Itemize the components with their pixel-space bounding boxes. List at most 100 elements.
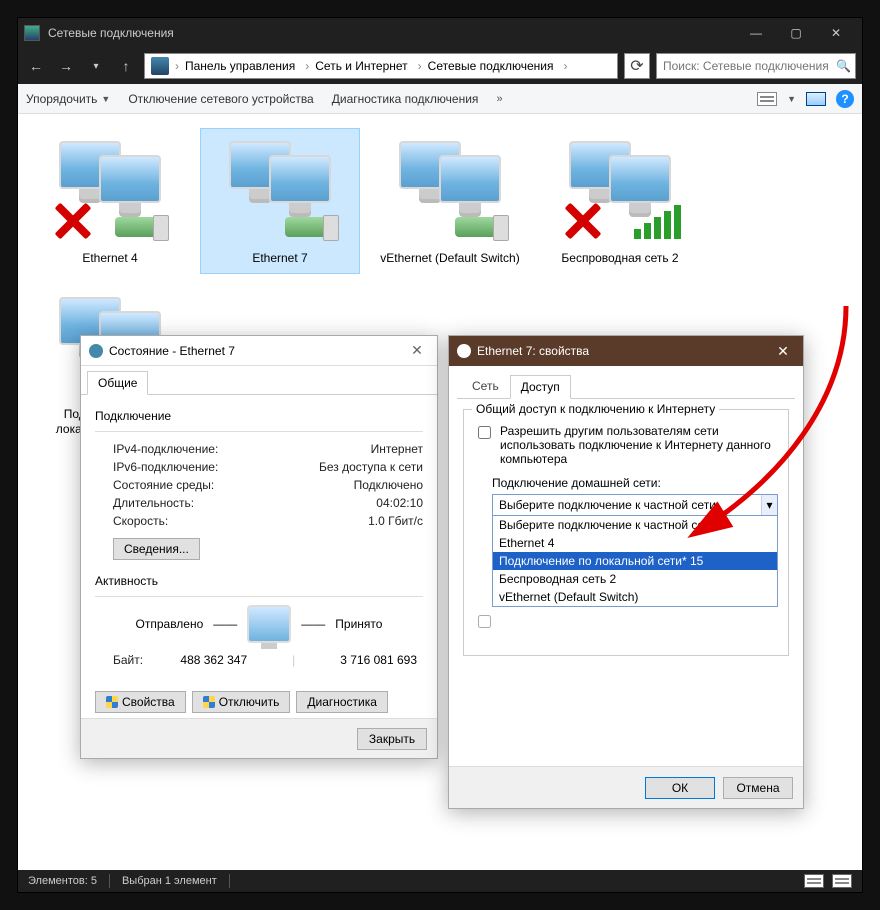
bc-connections[interactable]: Сетевые подключения xyxy=(424,54,562,78)
duration-value: 04:02:10 xyxy=(376,496,423,510)
properties-dialog: Ethernet 7: свойства ✕ Сеть Доступ Общий… xyxy=(448,335,804,809)
minimize-button[interactable]: — xyxy=(736,18,776,48)
speed-value: 1.0 Гбит/с xyxy=(368,514,423,528)
props-title-text: Ethernet 7: свойства xyxy=(477,344,589,358)
overflow-button[interactable]: » xyxy=(496,93,502,105)
disable-button[interactable]: Отключить xyxy=(192,691,291,713)
breadcrumb[interactable]: › Панель управления › Сеть и Интернет › … xyxy=(144,53,618,79)
close-button[interactable]: ✕ xyxy=(816,18,856,48)
tab-access[interactable]: Доступ xyxy=(510,375,571,399)
window-title: Сетевые подключения xyxy=(48,26,174,40)
shield-icon xyxy=(203,696,215,708)
close-button[interactable]: ✕ xyxy=(771,343,795,360)
connection-ethernet7[interactable]: Ethernet 7 xyxy=(200,128,360,274)
close-button[interactable]: ✕ xyxy=(405,342,429,359)
maximize-button[interactable]: ▢ xyxy=(776,18,816,48)
network-icon xyxy=(457,344,471,358)
ics-legend: Общий доступ к подключению к Интернету xyxy=(472,402,719,416)
props-dialog-title[interactable]: Ethernet 7: свойства ✕ xyxy=(449,336,803,366)
search-icon[interactable]: 🔍 xyxy=(836,59,851,73)
combo-dropdown: Выберите подключение к частной сети Ethe… xyxy=(492,516,778,607)
media-label: Состояние среды: xyxy=(113,478,214,492)
disable-device-button[interactable]: Отключение сетевого устройства xyxy=(128,92,313,106)
item-count: Элементов: 5 xyxy=(28,875,97,887)
ok-button[interactable]: ОК xyxy=(645,777,715,799)
diagnose-button[interactable]: Диагностика xyxy=(296,691,388,713)
connection-wifi2[interactable]: Беспроводная сеть 2 xyxy=(540,128,700,274)
organize-menu[interactable]: Упорядочить ▼ xyxy=(26,92,110,106)
x-icon xyxy=(53,199,93,239)
bytes-received: 3 716 081 693 xyxy=(340,653,417,667)
activity-icon xyxy=(247,605,291,643)
breadcrumb-icon xyxy=(151,57,169,75)
preview-pane-button[interactable] xyxy=(806,92,826,106)
bytes-label: Байт: xyxy=(113,653,143,667)
recent-button[interactable]: ▾ xyxy=(84,54,108,78)
combo-option[interactable]: Беспроводная сеть 2 xyxy=(493,570,777,588)
signal-icon xyxy=(634,205,681,239)
selection-info: Выбран 1 элемент xyxy=(122,875,217,887)
chevron-down-icon: ▼ xyxy=(101,94,110,104)
status-dialog: Состояние - Ethernet 7 ✕ Общие Подключен… xyxy=(80,335,438,759)
organize-label: Упорядочить xyxy=(26,92,97,106)
connection-label: Беспроводная сеть 2 xyxy=(545,251,695,267)
connection-section: Подключение xyxy=(95,409,423,423)
allow-sharing-label: Разрешить другим пользователям сети испо… xyxy=(500,424,778,466)
search-box[interactable]: 🔍 xyxy=(656,53,856,79)
nav-row: ← → ▾ ↑ › Панель управления › Сеть и Инт… xyxy=(18,48,862,84)
combo-selected: Выберите подключение к частной сети xyxy=(499,498,716,512)
shield-icon xyxy=(106,696,118,708)
cancel-button[interactable]: Отмена xyxy=(723,777,793,799)
search-input[interactable] xyxy=(661,58,836,74)
status-bar: Элементов: 5 Выбран 1 элемент xyxy=(18,870,862,892)
forward-button[interactable]: → xyxy=(54,54,78,78)
duration-label: Длительность: xyxy=(113,496,194,510)
bc-network[interactable]: Сеть и Интернет xyxy=(311,54,415,78)
combo-option-selected[interactable]: Подключение по локальной сети* 15 xyxy=(493,552,777,570)
details-button[interactable]: Сведения... xyxy=(113,538,200,560)
media-value: Подключено xyxy=(354,478,423,492)
speed-label: Скорость: xyxy=(113,514,168,528)
tab-general[interactable]: Общие xyxy=(87,371,148,395)
refresh-button[interactable]: ⟳ xyxy=(624,53,650,79)
close-dialog-button[interactable]: Закрыть xyxy=(357,728,427,750)
home-network-label: Подключение домашней сети: xyxy=(492,476,778,490)
connection-ethernet4[interactable]: Ethernet 4 xyxy=(30,128,190,274)
tab-network[interactable]: Сеть xyxy=(461,374,510,398)
chevron-down-icon: ▾ xyxy=(761,495,777,515)
app-icon xyxy=(24,25,40,41)
combo-option[interactable]: Ethernet 4 xyxy=(493,534,777,552)
ipv6-value: Без доступа к сети xyxy=(319,460,423,474)
received-label: Принято xyxy=(335,617,382,631)
x-icon xyxy=(563,199,603,239)
combo-option[interactable]: vEthernet (Default Switch) xyxy=(493,588,777,606)
ipv4-label: IPv4-подключение: xyxy=(113,442,218,456)
connection-label: Ethernet 7 xyxy=(205,251,355,267)
ics-group: Общий доступ к подключению к Интернету Р… xyxy=(463,409,789,656)
connection-label: Ethernet 4 xyxy=(35,251,185,267)
help-button[interactable]: ? xyxy=(836,90,854,108)
status-title-text: Состояние - Ethernet 7 xyxy=(109,344,235,358)
ipv6-label: IPv6-подключение: xyxy=(113,460,218,474)
large-icons-button[interactable] xyxy=(832,874,852,888)
details-view-button[interactable] xyxy=(804,874,824,888)
view-mode-button[interactable] xyxy=(757,92,777,106)
connection-label: vEthernet (Default Switch) xyxy=(375,251,525,267)
chevron-down-icon[interactable]: ▼ xyxy=(787,94,796,104)
properties-button[interactable]: Свойства xyxy=(95,691,186,713)
status-dialog-title[interactable]: Состояние - Ethernet 7 ✕ xyxy=(81,336,437,366)
titlebar: Сетевые подключения — ▢ ✕ xyxy=(18,18,862,48)
sent-label: Отправлено xyxy=(136,617,204,631)
bc-control-panel[interactable]: Панель управления xyxy=(181,54,303,78)
bytes-sent: 488 362 347 xyxy=(180,653,247,667)
home-network-combo[interactable]: Выберите подключение к частной сети ▾ Вы… xyxy=(492,494,778,607)
connection-vethernet[interactable]: vEthernet (Default Switch) xyxy=(370,128,530,274)
ipv4-value: Интернет xyxy=(371,442,423,456)
allow-control-checkbox[interactable] xyxy=(478,615,491,628)
up-button[interactable]: ↑ xyxy=(114,54,138,78)
diagnose-button[interactable]: Диагностика подключения xyxy=(332,92,479,106)
allow-sharing-checkbox[interactable] xyxy=(478,426,491,439)
combo-option[interactable]: Выберите подключение к частной сети xyxy=(493,516,777,534)
toolbar: Упорядочить ▼ Отключение сетевого устрой… xyxy=(18,84,862,114)
back-button[interactable]: ← xyxy=(24,54,48,78)
